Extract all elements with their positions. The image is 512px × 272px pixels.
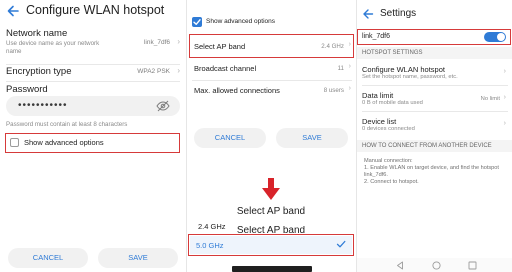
broadcast-channel-row[interactable]: Broadcast channel 11 › [192, 58, 352, 80]
section-header-hotspot-settings: HOTSPOT SETTINGS [356, 47, 512, 59]
data-limit-row[interactable]: Data limit 0 B of mobile data used No li… [356, 86, 512, 111]
row-label: Broadcast channel [194, 64, 257, 73]
save-button[interactable]: SAVE [276, 128, 348, 148]
panel-divider [356, 0, 357, 272]
manual-step-2: 2. Connect to hotspot. [364, 179, 419, 185]
row-value: 11 [337, 65, 344, 72]
encryption-type-row[interactable]: Encryption type WPA2 PSK › [6, 64, 180, 81]
nav-back-icon[interactable] [396, 261, 404, 270]
row-value: 2.4 GHz [321, 43, 344, 50]
network-name-value: link_7df6 [143, 39, 170, 46]
chevron-right-icon: › [348, 41, 351, 48]
hotspot-toggle-row[interactable]: link_7df6 [360, 31, 510, 43]
option-2-4ghz[interactable]: 2.4 GHz [198, 222, 226, 231]
page-title: Configure WLAN hotspot [26, 3, 165, 17]
row-label: Max. allowed connections [194, 86, 280, 95]
hotspot-toggle[interactable] [484, 32, 506, 42]
password-label: Password [6, 84, 48, 95]
page-title: Settings [380, 8, 417, 19]
show-advanced-checkbox-row[interactable]: Show advanced options [192, 15, 352, 29]
sheet-title: Select AP band [236, 206, 306, 217]
panel-divider [186, 0, 187, 272]
save-button[interactable]: SAVE [98, 248, 178, 268]
encryption-value: WPA2 PSK [137, 68, 170, 75]
row-title: Data limit [362, 91, 394, 100]
password-dots: ••••••••••• [18, 100, 68, 111]
chevron-right-icon: › [503, 68, 506, 75]
chevron-right-icon: › [503, 120, 506, 127]
select-ap-band-row[interactable]: Select AP band 2.4 GHz › [192, 36, 352, 56]
network-name-desc: Use device name as your network name [6, 40, 100, 55]
hotspot-name: link_7df6 [362, 33, 391, 40]
checkbox-checked-icon[interactable] [192, 17, 202, 27]
show-advanced-label: Show advanced options [24, 138, 104, 147]
eye-off-icon[interactable] [156, 100, 170, 112]
chevron-right-icon: › [348, 85, 351, 92]
row-label: Select AP band [194, 42, 246, 51]
home-indicator [232, 266, 312, 272]
checkmark-icon [336, 239, 346, 249]
back-arrow-icon[interactable] [6, 4, 22, 20]
panel-settings: Settings link_7df6 HOTSPOT SETTINGS Conf… [356, 0, 512, 272]
back-arrow-icon[interactable] [362, 8, 374, 20]
option-5-0ghz[interactable]: 5.0 GHz [190, 236, 352, 254]
cancel-button[interactable]: CANCEL [194, 128, 266, 148]
arrow-down-icon [262, 178, 280, 200]
configure-hotspot-row[interactable]: Configure WLAN hotspot Set the hotspot n… [356, 60, 512, 85]
panel-configure-hotspot: Configure WLAN hotspot Network name Use … [0, 0, 186, 272]
network-name-label: Network name [6, 28, 68, 39]
section-header-connect: HOW TO CONNECT FROM ANOTHER DEVICE [356, 140, 512, 152]
divider [6, 81, 180, 82]
chevron-right-icon: › [177, 37, 180, 46]
row-title: Device list [362, 117, 397, 126]
show-advanced-label: Show advanced options [206, 18, 276, 25]
nav-recents-icon[interactable] [468, 261, 477, 270]
network-name-row[interactable]: Network name Use device name as your net… [6, 28, 180, 64]
option-label: 5.0 GHz [196, 241, 224, 250]
max-connections-row[interactable]: Max. allowed connections 8 users › [192, 80, 352, 102]
row-subtitle: Set the hotspot name, password, etc. [362, 74, 458, 80]
cancel-button[interactable]: CANCEL [8, 248, 88, 268]
data-limit-value: No limit [480, 96, 500, 102]
row-subtitle: 0 devices connected [362, 126, 415, 132]
row-title: Configure WLAN hotspot [362, 65, 445, 74]
row-subtitle: 0 B of mobile data used [362, 100, 423, 106]
password-hint: Password must contain at least 8 charact… [6, 121, 128, 128]
device-list-row[interactable]: Device list 0 devices connected › [356, 112, 512, 137]
show-advanced-checkbox-row[interactable]: Show advanced options [8, 135, 178, 151]
checkbox-unchecked-icon[interactable] [10, 138, 19, 147]
chevron-right-icon: › [348, 63, 351, 70]
password-field[interactable]: ••••••••••• [6, 96, 180, 116]
toggle-knob [497, 33, 505, 41]
manual-heading: Manual connection: [364, 158, 413, 164]
chevron-right-icon: › [177, 66, 180, 75]
row-value: 8 users [323, 87, 344, 94]
chevron-right-icon: › [503, 94, 506, 101]
manual-step-1: 1. Enable WLAN on target device, and fin… [364, 165, 499, 178]
nav-home-icon[interactable] [432, 261, 441, 270]
